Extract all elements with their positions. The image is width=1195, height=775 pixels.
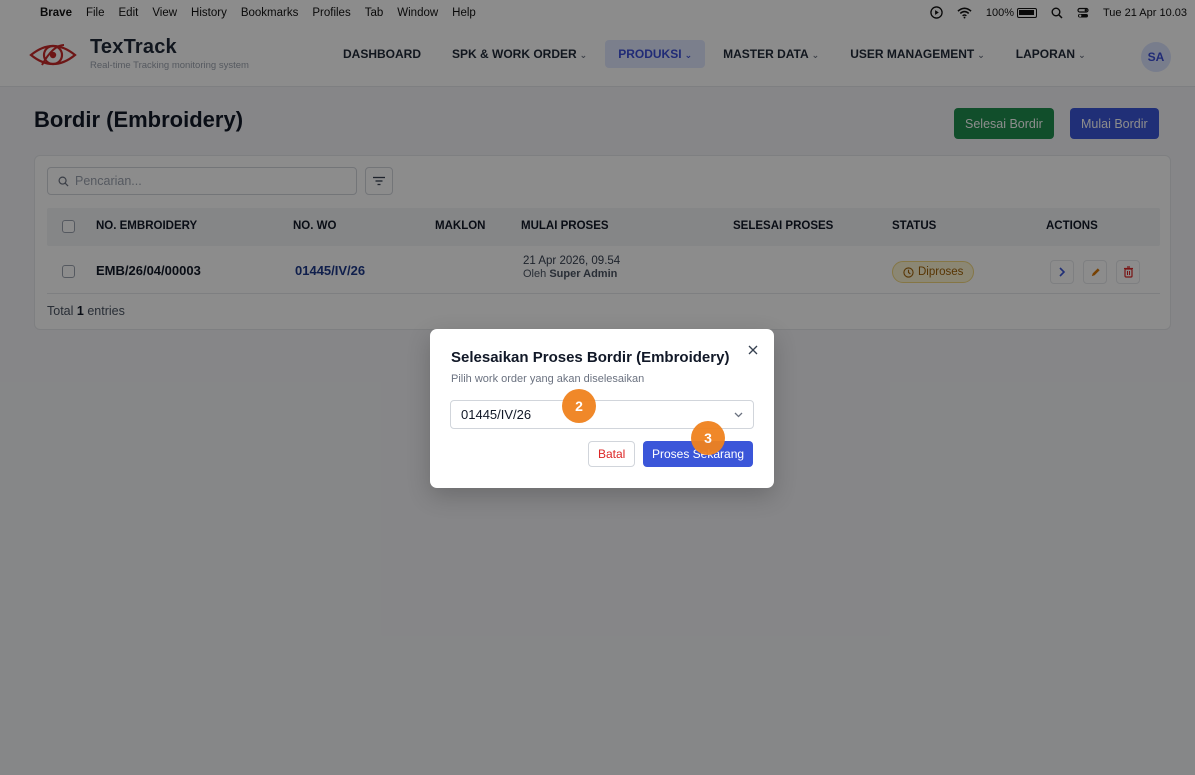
work-order-selected-value: 01445/IV/26 [461,407,532,422]
modal-subtitle: Pilih work order yang akan diselesaikan [451,373,645,385]
chevron-down-icon [734,412,743,418]
close-icon[interactable] [748,345,758,355]
modal-title: Selesaikan Proses Bordir (Embroidery) [451,349,730,366]
screen: Brave File Edit View History Bookmarks P… [0,0,1195,775]
cancel-button[interactable]: Batal [588,441,636,467]
selesai-proses-modal: Selesaikan Proses Bordir (Embroidery) Pi… [430,329,774,488]
step-marker-2: 2 [562,389,596,423]
step-marker-3: 3 [691,421,725,455]
